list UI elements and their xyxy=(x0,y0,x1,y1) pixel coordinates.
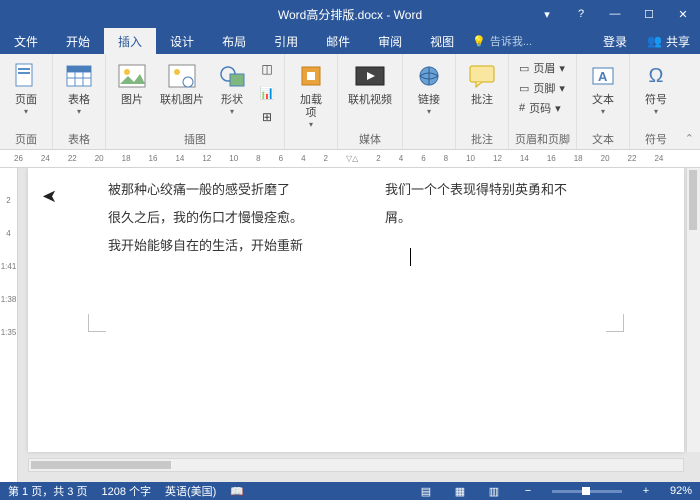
zoom-slider[interactable] xyxy=(552,490,622,493)
vertical-ruler[interactable]: 241:411:381:35 xyxy=(0,168,18,482)
tell-me-search[interactable]: 💡告诉我... xyxy=(472,28,532,54)
ribbon-group-illustrations: 图片 联机图片 形状▾ ◫ 📊 ⊞ 插图 xyxy=(106,54,285,149)
horizontal-ruler[interactable]: 2624222018161412108642▽△2468101214161820… xyxy=(0,150,700,168)
tab-file[interactable]: 文件 xyxy=(0,28,52,54)
footer-button[interactable]: ▭页脚 ▾ xyxy=(515,78,569,98)
help-icon[interactable]: ? xyxy=(564,0,598,28)
ribbon-group-tables: 表格▾ 表格 xyxy=(53,54,106,149)
ribbon: 页面▾ 页面 表格▾ 表格 图片 联机图片 形状▾ xyxy=(0,54,700,150)
document-text[interactable]: 被那种心绞痛一般的感受折磨了 很久之后，我的伤口才慢慢痊愈。 我开始能够自在的生… xyxy=(108,176,634,260)
textbox-icon: A xyxy=(587,60,619,92)
picture-icon xyxy=(116,60,148,92)
cursor-icon: ➤ xyxy=(42,186,57,207)
document-area[interactable]: ➤ 被那种心绞痛一般的感受折磨了 很久之后，我的伤口才慢慢痊愈。 我开始能够自在… xyxy=(18,168,700,482)
menu-bar: 文件 开始 插入 设计 布局 引用 邮件 审阅 视图 💡告诉我... 登录 👥共… xyxy=(0,28,700,54)
status-language[interactable]: 英语(美国) xyxy=(165,483,216,499)
tab-insert[interactable]: 插入 xyxy=(104,28,156,54)
footer-icon: ▭ xyxy=(519,82,529,95)
bulb-icon: 💡 xyxy=(472,35,486,48)
shapes-button[interactable]: 形状▾ xyxy=(212,58,252,118)
view-web-icon[interactable]: ▥ xyxy=(484,485,504,498)
svg-text:A: A xyxy=(598,69,608,84)
ribbon-group-headerfooter: ▭页眉 ▾ ▭页脚 ▾ #页码 ▾ 页眉和页脚 xyxy=(509,54,577,149)
pagenum-button[interactable]: #页码 ▾ xyxy=(515,98,569,118)
link-icon xyxy=(413,60,445,92)
addins-icon xyxy=(295,60,327,92)
screenshot-button[interactable]: ⊞ xyxy=(256,106,278,128)
vscroll-thumb[interactable] xyxy=(689,170,697,230)
table-button[interactable]: 表格▾ xyxy=(59,58,99,118)
ribbon-group-addins: 加载 项▾ 加载项 xyxy=(285,54,338,149)
zoom-out-button[interactable]: − xyxy=(518,485,538,497)
page-icon xyxy=(10,60,42,92)
ribbon-options-icon[interactable]: ▾ xyxy=(530,0,564,28)
tab-mailings[interactable]: 邮件 xyxy=(312,28,364,54)
margin-corner-bl xyxy=(88,314,106,332)
tab-design[interactable]: 设计 xyxy=(156,28,208,54)
comment-icon xyxy=(466,60,498,92)
ribbon-group-links: 链接▾ 链接 xyxy=(403,54,456,149)
text-cursor xyxy=(410,248,411,266)
view-read-icon[interactable]: ▤ xyxy=(416,485,436,498)
online-video-button[interactable]: 联机视频 xyxy=(344,58,396,109)
tab-references[interactable]: 引用 xyxy=(260,28,312,54)
online-picture-button[interactable]: 联机图片 xyxy=(156,58,208,109)
zoom-in-button[interactable]: + xyxy=(636,485,656,497)
zoom-level[interactable]: 92% xyxy=(670,485,692,497)
link-button[interactable]: 链接▾ xyxy=(409,58,449,118)
collapse-ribbon-icon[interactable]: ⌃ xyxy=(685,132,694,145)
document-page[interactable]: ➤ 被那种心绞痛一般的感受折磨了 很久之后，我的伤口才慢慢痊愈。 我开始能够自在… xyxy=(28,168,684,452)
table-icon xyxy=(63,60,95,92)
picture-button[interactable]: 图片 xyxy=(112,58,152,109)
share-icon: 👥 xyxy=(647,34,662,48)
close-icon[interactable]: ✕ xyxy=(666,0,700,28)
status-words[interactable]: 1208 个字 xyxy=(101,483,151,499)
ribbon-group-symbols: Ω 符号▾ 符号 xyxy=(630,54,682,149)
minimize-icon[interactable]: — xyxy=(598,0,632,28)
smartart-button[interactable]: ◫ xyxy=(256,58,278,80)
online-picture-icon xyxy=(166,60,198,92)
pagenum-icon: # xyxy=(519,102,525,114)
status-bar: 第 1 页，共 3 页 1208 个字 英语(美国) 📖 ▤ ▦ ▥ − + 9… xyxy=(0,482,700,500)
maximize-icon[interactable]: ☐ xyxy=(632,0,666,28)
horizontal-scrollbar[interactable] xyxy=(28,458,684,472)
view-print-icon[interactable]: ▦ xyxy=(450,485,470,498)
symbol-button[interactable]: Ω 符号▾ xyxy=(636,58,676,118)
tab-review[interactable]: 审阅 xyxy=(364,28,416,54)
shapes-icon xyxy=(216,60,248,92)
tab-view[interactable]: 视图 xyxy=(416,28,468,54)
header-button[interactable]: ▭页眉 ▾ xyxy=(515,58,569,78)
ribbon-group-text: A 文本▾ 文本 xyxy=(577,54,630,149)
share-button[interactable]: 👥共享 xyxy=(637,28,700,54)
textbox-button[interactable]: A 文本▾ xyxy=(583,58,623,118)
header-icon: ▭ xyxy=(519,62,529,75)
vertical-scrollbar[interactable] xyxy=(686,168,700,452)
tab-layout[interactable]: 布局 xyxy=(208,28,260,54)
login-button[interactable]: 登录 xyxy=(593,28,637,54)
addins-button[interactable]: 加载 项▾ xyxy=(291,58,331,131)
ribbon-group-media: 联机视频 媒体 xyxy=(338,54,403,149)
status-page[interactable]: 第 1 页，共 3 页 xyxy=(8,483,87,499)
hscroll-thumb[interactable] xyxy=(31,461,171,469)
comment-button[interactable]: 批注 xyxy=(462,58,502,109)
window-title: Word高分排版.docx - Word xyxy=(278,6,422,23)
status-proofing-icon[interactable]: 📖 xyxy=(230,485,244,498)
margin-corner-br xyxy=(606,314,624,332)
zoom-slider-thumb[interactable] xyxy=(582,487,590,495)
symbol-icon: Ω xyxy=(640,60,672,92)
page-button[interactable]: 页面▾ xyxy=(6,58,46,118)
title-bar: Word高分排版.docx - Word ▾ ? — ☐ ✕ xyxy=(0,0,700,28)
tab-home[interactable]: 开始 xyxy=(52,28,104,54)
chart-button[interactable]: 📊 xyxy=(256,82,278,104)
ribbon-group-pages: 页面▾ 页面 xyxy=(0,54,53,149)
ribbon-group-comments: 批注 批注 xyxy=(456,54,509,149)
video-icon xyxy=(354,60,386,92)
